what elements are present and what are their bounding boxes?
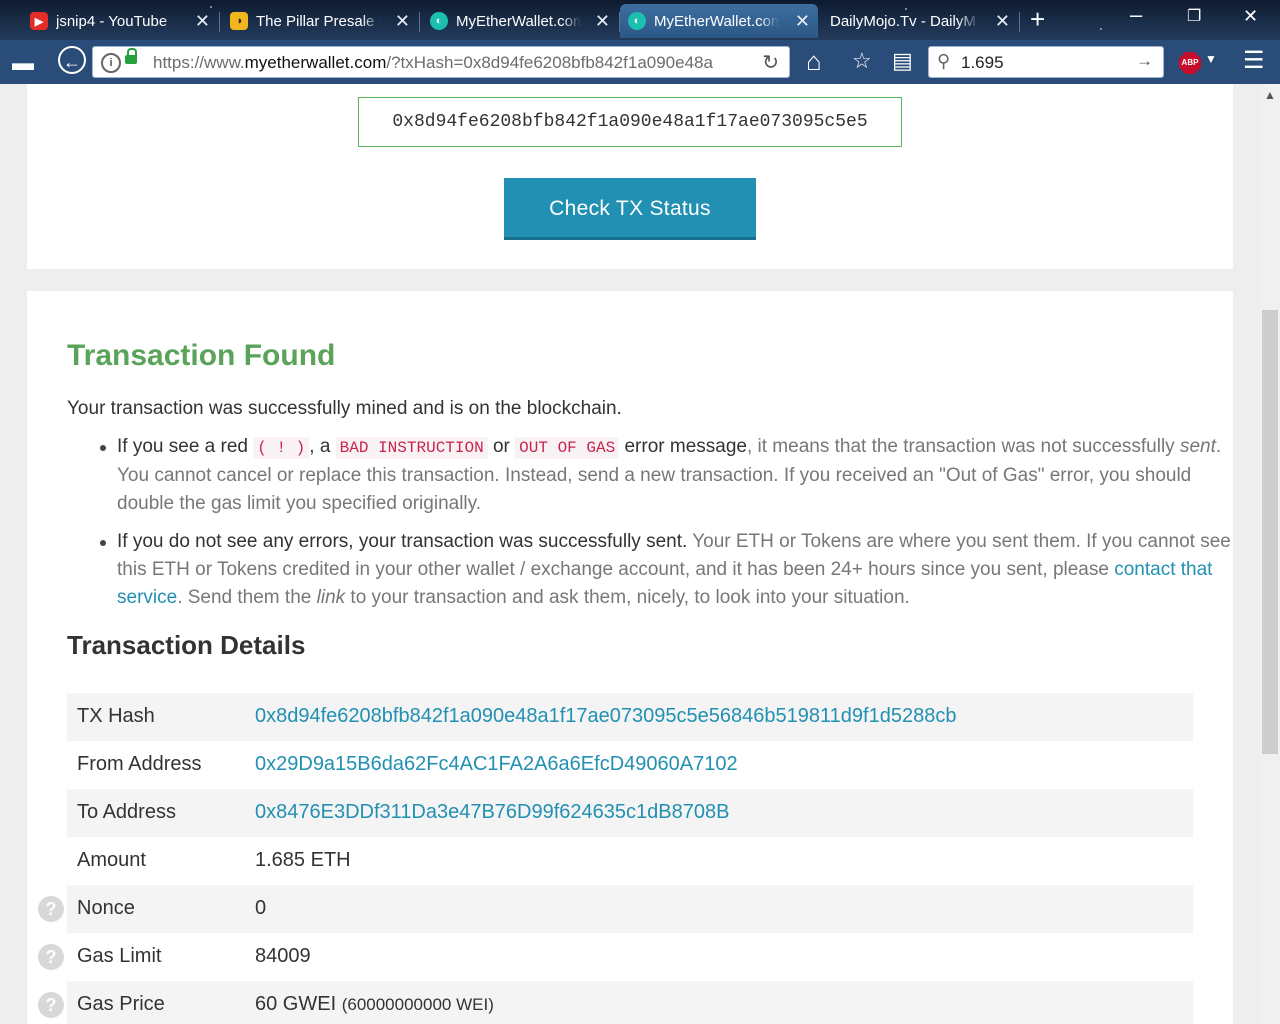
row-label: TX Hash xyxy=(77,705,155,727)
address-bar[interactable]: i https://www.myetherwallet.com/?txHash=… xyxy=(92,46,790,78)
site-info-icon[interactable]: i xyxy=(101,53,121,73)
tab-youtube[interactable]: ▶ jsnip4 - YouTube ✕ xyxy=(22,4,220,38)
home-icon[interactable]: ⌂ xyxy=(806,46,822,77)
tab-separator xyxy=(419,12,420,32)
close-tab-icon[interactable]: ✕ xyxy=(395,11,410,32)
search-bar[interactable]: ⚲ 1.695 → xyxy=(928,46,1164,78)
navigation-toolbar: ▬ ← i https://www.myetherwallet.com/?txH… xyxy=(0,40,1280,84)
error-note: If you see a red ( ! ), a BAD INSTRUCTIO… xyxy=(100,433,1237,518)
from-address-link[interactable]: 0x29D9a15B6da62Fc4AC1FA2A6a6EfcD49060A71… xyxy=(255,753,738,776)
help-icon[interactable]: ? xyxy=(38,944,64,970)
search-icon: ⚲ xyxy=(937,51,951,71)
error-code-bad-instruction: BAD INSTRUCTION xyxy=(335,437,488,459)
adblock-plus-icon[interactable]: ABP xyxy=(1179,52,1201,74)
tab-label: The Pillar Presale S xyxy=(256,12,381,30)
table-row-to-address: To Address 0x8476E3DDf311Da3e47B76D99f62… xyxy=(67,789,1193,837)
scrollbar-thumb[interactable] xyxy=(1262,310,1278,754)
url-text: https://www.myetherwallet.com/?txHash=0x… xyxy=(153,53,713,72)
row-label: Nonce xyxy=(77,897,135,919)
tab-label: jsnip4 - YouTube xyxy=(56,12,168,30)
search-input[interactable]: 1.695 xyxy=(961,53,1004,73)
table-row-tx-hash: TX Hash 0x8d94fe6208bfb842f1a090e48a1f17… xyxy=(67,693,1193,741)
menu-icon[interactable]: ☰ xyxy=(1243,46,1265,75)
check-tx-status-button[interactable]: Check TX Status xyxy=(504,178,756,240)
transaction-found-heading: Transaction Found xyxy=(67,339,336,372)
scroll-up-arrow-icon[interactable]: ▲ xyxy=(1264,88,1276,102)
check-tx-panel: 0x8d94fe6208bfb842f1a090e48a1f17ae073095… xyxy=(27,84,1233,269)
tab-pillar-presale[interactable]: ◑ The Pillar Presale S ✕ xyxy=(222,4,420,38)
folder-icon[interactable]: ▬ xyxy=(12,50,34,76)
success-note: If you do not see any errors, your trans… xyxy=(100,528,1237,612)
myetherwallet-icon: ◐ xyxy=(628,12,646,30)
help-icon[interactable]: ? xyxy=(38,896,64,922)
page-content: 0x8d94fe6208bfb842f1a090e48a1f17ae073095… xyxy=(0,84,1260,1024)
close-tab-icon[interactable]: ✕ xyxy=(195,11,210,32)
tab-myetherwallet-active[interactable]: ◐ MyEtherWallet.com ✕ xyxy=(620,4,818,38)
gas-price-value: 60 GWEI (60000000000 WEI) xyxy=(255,993,494,1015)
pillar-icon: ◑ xyxy=(230,12,248,30)
table-row-nonce: ? Nonce 0 xyxy=(38,885,1193,933)
transaction-result-panel: Transaction Found Your transaction was s… xyxy=(27,291,1233,1024)
tab-strip: ▶ jsnip4 - YouTube ✕ ◑ The Pillar Presal… xyxy=(0,0,1280,40)
back-button[interactable]: ← xyxy=(58,46,86,74)
chevron-down-icon[interactable]: ▼ xyxy=(1205,52,1217,66)
error-code-out-of-gas: OUT OF GAS xyxy=(515,437,620,459)
table-row-gas-limit: ? Gas Limit 84009 xyxy=(38,933,1193,981)
tab-separator xyxy=(219,12,220,32)
row-label: Gas Price xyxy=(77,993,165,1015)
close-tab-icon[interactable]: ✕ xyxy=(795,11,810,32)
success-message: Your transaction was successfully mined … xyxy=(67,398,622,419)
row-label: Amount xyxy=(77,849,146,871)
vertical-scrollbar[interactable]: ▲ xyxy=(1260,84,1280,1024)
row-label: To Address xyxy=(77,801,176,823)
tx-hash-input[interactable]: 0x8d94fe6208bfb842f1a090e48a1f17ae073095… xyxy=(358,97,902,147)
reload-icon[interactable]: ↻ xyxy=(762,50,779,75)
help-icon[interactable]: ? xyxy=(38,992,64,1018)
reading-list-icon[interactable]: ▤ xyxy=(892,48,913,74)
nonce-value: 0 xyxy=(255,897,267,919)
gas-limit-value: 84009 xyxy=(255,945,311,967)
tab-label: DailyMojo.Tv - DailyM xyxy=(830,12,976,30)
transaction-details-table: TX Hash 0x8d94fe6208bfb842f1a090e48a1f17… xyxy=(38,693,1193,1024)
tab-label: MyEtherWallet.com xyxy=(654,12,779,30)
row-label: Gas Limit xyxy=(77,945,162,967)
restore-button[interactable]: ❐ xyxy=(1187,6,1201,26)
myetherwallet-icon: ◐ xyxy=(430,12,448,30)
background-star xyxy=(1100,28,1102,30)
tab-label: MyEtherWallet.com xyxy=(456,12,581,30)
tab-myetherwallet[interactable]: ◐ MyEtherWallet.com ✕ xyxy=(422,4,620,38)
minimize-button[interactable]: – xyxy=(1130,2,1142,28)
table-row-from-address: From Address 0x29D9a15B6da62Fc4AC1FA2A6a… xyxy=(67,741,1193,789)
new-tab-button[interactable]: + xyxy=(1030,4,1045,34)
tab-separator xyxy=(1019,12,1020,32)
amount-value: 1.685 ETH xyxy=(255,849,351,871)
error-code-red: ( ! ) xyxy=(253,437,310,459)
transaction-details-heading: Transaction Details xyxy=(67,630,306,660)
youtube-icon: ▶ xyxy=(30,12,48,30)
close-tab-icon[interactable]: ✕ xyxy=(595,11,610,32)
table-row-amount: Amount 1.685 ETH xyxy=(67,837,1193,885)
tx-hash-link[interactable]: 0x8d94fe6208bfb842f1a090e48a1f17ae073095… xyxy=(255,705,956,728)
to-address-link[interactable]: 0x8476E3DDf311Da3e47B76D99f624635c1dB870… xyxy=(255,801,729,824)
gas-price-wei: (60000000000 WEI) xyxy=(341,995,494,1014)
lock-icon xyxy=(125,48,137,64)
close-window-button[interactable]: ✕ xyxy=(1243,6,1258,27)
table-row-gas-price: ? Gas Price 60 GWEI (60000000000 WEI) xyxy=(38,981,1193,1024)
bookmark-star-icon[interactable]: ☆ xyxy=(852,48,872,74)
notes-list: If you see a red ( ! ), a BAD INSTRUCTIO… xyxy=(67,433,1237,622)
tab-dailymojo[interactable]: DailyMojo.Tv - DailyM ✕ xyxy=(822,4,1020,38)
row-label: From Address xyxy=(77,753,202,775)
search-go-icon[interactable]: → xyxy=(1136,51,1153,71)
close-tab-icon[interactable]: ✕ xyxy=(995,11,1010,32)
